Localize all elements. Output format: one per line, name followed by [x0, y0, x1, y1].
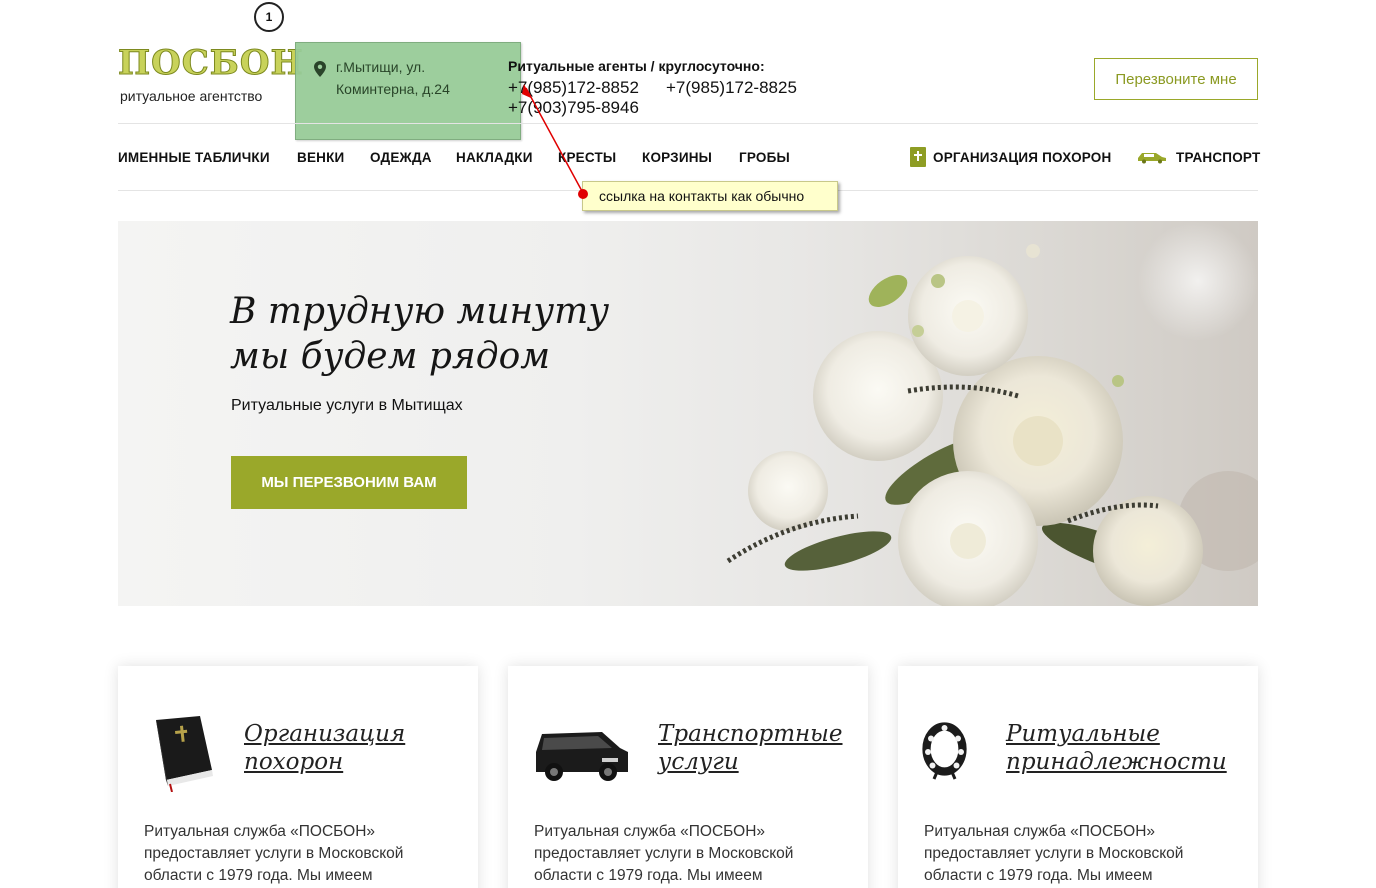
card-title-line: Организация	[244, 721, 406, 747]
service-card-funeral-organization[interactable]: Организация похорон Ритуальная служба «П…	[118, 666, 478, 888]
card-text-line: области с 1979 года. Мы имеем	[924, 867, 1153, 884]
card-description: Ритуальная служба «ПОСБОН» предоставляет…	[924, 821, 1224, 887]
funeral-wreath-icon	[922, 722, 967, 780]
card-title-line: похорон	[244, 749, 344, 775]
nav-item-coffins[interactable]: ГРОБЫ	[739, 150, 790, 165]
bible-icon	[156, 716, 213, 792]
logo-subtitle: ритуальное агентство	[120, 88, 263, 104]
nav-item-crosses[interactable]: КРЕСТЫ	[558, 150, 616, 165]
hero-callback-button[interactable]: МЫ ПЕРЕЗВОНИМ ВАМ	[231, 456, 467, 509]
card-text-line: области с 1979 года. Мы имеем	[144, 867, 373, 884]
hero-banner: В трудную минуту мы будем рядом Ритуальн…	[118, 221, 1258, 606]
map-pin-icon	[314, 61, 326, 77]
card-title-line: принадлежности	[1006, 749, 1227, 775]
hearse-van-icon	[536, 732, 628, 781]
phone-link[interactable]: +7(903)795-8946	[508, 98, 639, 118]
nav-item-overlays[interactable]: НАКЛАДКИ	[456, 150, 533, 165]
card-text-line: предоставляет услуги в Московской	[534, 845, 794, 862]
card-title[interactable]: Ритуальные принадлежности	[1006, 720, 1227, 776]
nav-item-wreaths[interactable]: ВЕНКИ	[297, 150, 344, 165]
card-description: Ритуальная служба «ПОСБОН» предоставляет…	[144, 821, 444, 887]
hero-title: В трудную минуту мы будем рядом	[230, 289, 650, 379]
nav-item-baskets[interactable]: КОРЗИНЫ	[642, 150, 712, 165]
hero-subtitle: Ритуальные услуги в Мытищах	[231, 397, 463, 414]
phone-link[interactable]: +7(985)172-8825	[666, 78, 797, 98]
annotation-note: ссылка на контакты как обычно	[582, 181, 838, 211]
card-text-line: предоставляет услуги в Московской	[144, 845, 404, 862]
card-description: Ритуальная служба «ПОСБОН» предоставляет…	[534, 821, 834, 887]
card-text-line: Ритуальная служба «ПОСБОН»	[534, 823, 766, 840]
card-text-line: Ритуальная служба «ПОСБОН»	[924, 823, 1156, 840]
hero-title-line: мы будем рядом	[230, 336, 551, 377]
white-flowers-bouquet-image	[726, 221, 1258, 606]
card-title-line: Ритуальные	[1006, 721, 1160, 747]
logo-title: ПОСБОН	[118, 43, 304, 83]
nav-item-funeral-organization[interactable]: ОРГАНИЗАЦИЯ ПОХОРОН	[933, 150, 1111, 165]
callback-button[interactable]: Перезвоните мне	[1094, 58, 1258, 100]
bible-icon	[910, 147, 926, 167]
service-card-funeral-supplies[interactable]: Ритуальные принадлежности Ритуальная слу…	[898, 666, 1258, 888]
car-icon	[1138, 153, 1166, 164]
annotation-text: ссылка на контакты как обычно	[599, 188, 805, 204]
nav-item-transport[interactable]: ТРАНСПОРТ	[1176, 150, 1260, 165]
hero-title-line: В трудную минуту	[230, 291, 610, 332]
contacts-title: Ритуальные агенты / круглосуточно:	[508, 58, 765, 74]
nav-item-clothing[interactable]: ОДЕЖДА	[370, 150, 432, 165]
address-line: г.Мытищи, ул.	[336, 59, 426, 75]
annotation-dot-icon	[578, 189, 588, 199]
card-title-line: услуги	[658, 749, 739, 775]
address-line: Коминтерна, д.24	[336, 81, 450, 97]
logo[interactable]: ПОСБОН ритуальное агентство	[118, 43, 304, 105]
phone-link[interactable]: +7(985)172-8852	[508, 78, 639, 98]
service-card-transport[interactable]: Транспортные услуги Ритуальная служба «П…	[508, 666, 868, 888]
card-text-line: области с 1979 года. Мы имеем	[534, 867, 763, 884]
card-text-line: Ритуальная служба «ПОСБОН»	[144, 823, 376, 840]
card-title[interactable]: Организация похорон	[244, 720, 464, 776]
card-title[interactable]: Транспортные услуги	[658, 720, 878, 776]
card-title-line: Транспортные	[658, 721, 843, 747]
address-note: г.Мытищи, ул. Коминтерна, д.24	[295, 42, 521, 140]
card-text-line: предоставляет услуги в Московской	[924, 845, 1184, 862]
step-marker: 1	[254, 2, 284, 32]
divider	[118, 123, 1258, 124]
nav-item-name-plates[interactable]: ИМЕННЫЕ ТАБЛИЧКИ	[118, 150, 270, 165]
